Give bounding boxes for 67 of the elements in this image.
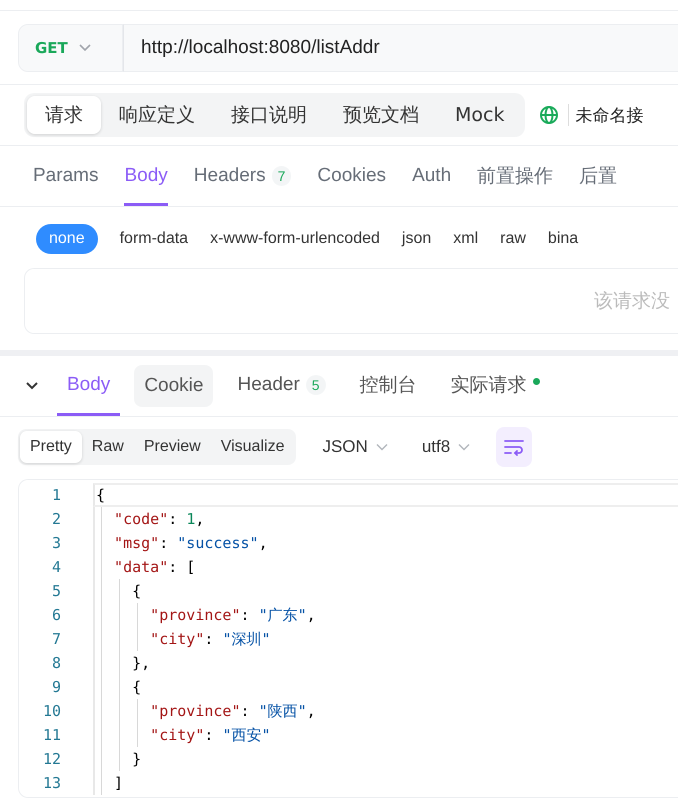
empty-message: 该请求没 [594, 289, 670, 314]
line-number: 10 [42, 702, 61, 720]
mode-tab[interactable]: 接口说明 [213, 96, 325, 134]
line-number: 3 [50, 534, 61, 552]
code-line: }, [131, 654, 150, 672]
line-number: 6 [50, 606, 61, 624]
line-number: 5 [50, 582, 61, 600]
body-type-option[interactable]: bina [548, 224, 578, 254]
view-mode-tab[interactable]: Raw [82, 431, 134, 463]
request-tab[interactable]: 后置 [579, 146, 618, 206]
line-number: 1 [50, 486, 61, 504]
chevron-down-icon [78, 43, 92, 53]
url-field[interactable]: http://localhost:8080/listAddr [123, 24, 678, 72]
response-tab[interactable]: 控制台 [350, 356, 427, 416]
mode-tab[interactable]: 预览文档 [325, 96, 437, 134]
response-tab[interactable]: 实际请求 [440, 356, 550, 416]
request-tab[interactable]: 前置操作 [477, 146, 554, 206]
view-mode-tab[interactable]: Pretty [20, 431, 82, 463]
code-line: "city": "西安" [149, 726, 270, 744]
environment-label[interactable]: 未命名接 [575, 104, 644, 126]
code-line: "city": "深圳" [149, 630, 270, 648]
view-mode-tab[interactable]: Visualize [210, 431, 294, 463]
code-line: "code": 1, [113, 510, 204, 528]
response-tab[interactable]: Body [57, 356, 120, 416]
body-type-option[interactable]: form-data [120, 224, 188, 254]
request-tab[interactable]: Cookies [317, 146, 386, 206]
count-badge: 5 [306, 374, 326, 394]
response-tab[interactable]: Cookie [134, 365, 214, 407]
code-line: } [131, 750, 142, 768]
code-line: { [131, 678, 142, 696]
view-mode-tab[interactable]: Preview [134, 431, 211, 463]
response-tab[interactable]: Header 5 [227, 356, 336, 416]
code-line: { [131, 582, 142, 600]
body-type-option[interactable]: xml [453, 224, 478, 254]
line-number: 2 [50, 510, 61, 528]
line-number: 11 [42, 726, 61, 744]
mode-tab[interactable]: 请求 [27, 96, 101, 134]
code-line: "msg": "success", [113, 534, 268, 552]
code-line: "province": "陕西", [149, 702, 316, 720]
request-tab[interactable]: Auth [412, 146, 452, 206]
line-number: 4 [50, 558, 61, 576]
body-type-option[interactable]: json [402, 224, 432, 254]
line-number: 12 [42, 750, 61, 768]
line-number: 7 [50, 630, 61, 648]
mode-tab[interactable]: 响应定义 [101, 96, 213, 134]
encoding-dropdown[interactable]: utf8 [414, 437, 478, 457]
chevron-down-icon [458, 443, 470, 451]
body-type-option[interactable]: x-www-form-urlencoded [210, 224, 380, 254]
request-tab[interactable]: Body [124, 146, 168, 206]
code-line: "data": [ [113, 558, 196, 576]
code-line: { [96, 486, 106, 504]
chevron-down-icon [376, 443, 388, 451]
line-number: 8 [50, 654, 61, 672]
word-wrap-button[interactable] [496, 427, 532, 467]
count-badge: 7 [272, 166, 292, 186]
word-wrap-icon [503, 438, 526, 456]
mode-tab[interactable]: Mock [437, 96, 522, 134]
chevron-down-icon[interactable] [25, 381, 39, 391]
code-line: "province": "广东", [149, 606, 316, 624]
globe-icon[interactable] [539, 105, 560, 125]
line-number: 9 [50, 678, 61, 696]
request-tab[interactable]: Headers 7 [194, 146, 292, 206]
code-line: ] [113, 774, 124, 792]
body-type-option[interactable]: raw [500, 224, 526, 254]
line-number: 13 [42, 774, 61, 792]
request-tab[interactable]: Params [33, 146, 98, 206]
format-dropdown[interactable]: JSON [314, 437, 396, 457]
